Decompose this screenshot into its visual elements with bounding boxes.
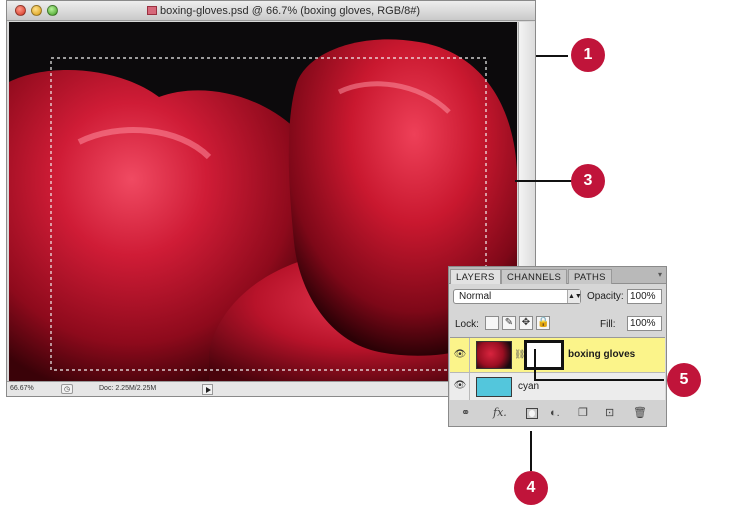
boxing-gloves-image xyxy=(9,22,517,382)
status-info-icon[interactable]: ◷ xyxy=(61,384,73,394)
callout-4: 4 xyxy=(514,471,548,505)
panel-menu-icon[interactable]: ▾ xyxy=(658,270,662,279)
panel-bottom-toolbar: ⚭ fx. ◐. ❐ ⊡ 🗑 xyxy=(449,400,666,426)
callout-5-leader xyxy=(534,379,664,381)
trash-icon[interactable]: 🗑 xyxy=(633,406,647,420)
document-title-text: boxing-gloves.psd @ 66.7% (boxing gloves… xyxy=(160,5,421,17)
layer-row-cyan[interactable]: 👁 cyan xyxy=(450,373,665,401)
blend-mode-value: Normal xyxy=(459,291,492,302)
callout-3-leader xyxy=(515,180,572,182)
image-canvas[interactable] xyxy=(9,22,517,382)
layer-name[interactable]: boxing gloves xyxy=(568,349,635,360)
callout-4-leader xyxy=(530,431,532,471)
panel-tabs: LAYERS CHANNELS PATHS ▾ xyxy=(449,267,666,284)
tab-layers[interactable]: LAYERS xyxy=(450,269,501,284)
fill-label: Fill: xyxy=(600,319,616,330)
callout-3: 3 xyxy=(571,164,605,198)
callout-5-leader-vertical xyxy=(534,349,536,380)
layer-thumbnail[interactable] xyxy=(476,377,512,397)
visibility-eye-icon[interactable]: 👁 xyxy=(451,338,470,372)
callout-5: 5 xyxy=(667,363,701,397)
psd-file-icon xyxy=(147,6,157,15)
add-layer-mask-icon[interactable] xyxy=(526,408,538,419)
layer-list: 👁 ⛓ boxing gloves 👁 cyan xyxy=(450,337,665,401)
callout-1: 1 xyxy=(571,38,605,72)
lock-position-icon[interactable]: ✥ xyxy=(519,316,533,330)
document-title-bar[interactable]: boxing-gloves.psd @ 66.7% (boxing gloves… xyxy=(7,1,535,21)
status-menu-arrow-icon[interactable] xyxy=(202,384,213,395)
lock-image-pixels-icon[interactable]: ✎ xyxy=(502,316,516,330)
tab-channels[interactable]: CHANNELS xyxy=(501,269,568,284)
document-title: boxing-gloves.psd @ 66.7% (boxing gloves… xyxy=(147,5,420,17)
new-layer-icon[interactable]: ⊡ xyxy=(605,406,614,420)
new-group-icon[interactable]: ❐ xyxy=(578,406,588,420)
close-window-button[interactable] xyxy=(15,5,26,16)
opacity-input[interactable]: 100% xyxy=(627,289,662,304)
blend-mode-select[interactable]: Normal ▲▼ xyxy=(453,289,582,304)
select-arrows-icon: ▲▼ xyxy=(567,290,582,303)
lock-transparent-pixels-icon[interactable] xyxy=(485,316,499,330)
visibility-eye-icon[interactable]: 👁 xyxy=(451,373,470,400)
minimize-window-button[interactable] xyxy=(31,5,42,16)
layer-thumbnail[interactable] xyxy=(476,341,512,369)
layers-panel: LAYERS CHANNELS PATHS ▾ Normal ▲▼ Opacit… xyxy=(448,266,667,427)
document-size: Doc: 2.25M/2.25M xyxy=(99,385,157,392)
adjustment-layer-icon[interactable]: ◐. xyxy=(550,406,560,420)
opacity-label: Opacity: xyxy=(587,291,624,302)
layer-mask-thumbnail[interactable] xyxy=(524,340,564,370)
layer-name[interactable]: cyan xyxy=(518,381,539,392)
fx-icon[interactable]: fx. xyxy=(493,406,507,420)
callout-1-leader xyxy=(536,55,568,57)
screenshot-stage: boxing-gloves.psd @ 66.7% (boxing gloves… xyxy=(0,0,748,529)
zoom-window-button[interactable] xyxy=(47,5,58,16)
fill-input[interactable]: 100% xyxy=(627,316,662,331)
layer-row-boxing-gloves[interactable]: 👁 ⛓ boxing gloves xyxy=(450,338,665,373)
lock-all-icon[interactable]: 🔒 xyxy=(536,316,550,330)
zoom-level[interactable]: 66.67% xyxy=(10,385,34,392)
link-layers-icon[interactable]: ⚭ xyxy=(461,406,470,420)
tab-paths[interactable]: PATHS xyxy=(568,269,612,284)
lock-label: Lock: xyxy=(455,319,479,330)
